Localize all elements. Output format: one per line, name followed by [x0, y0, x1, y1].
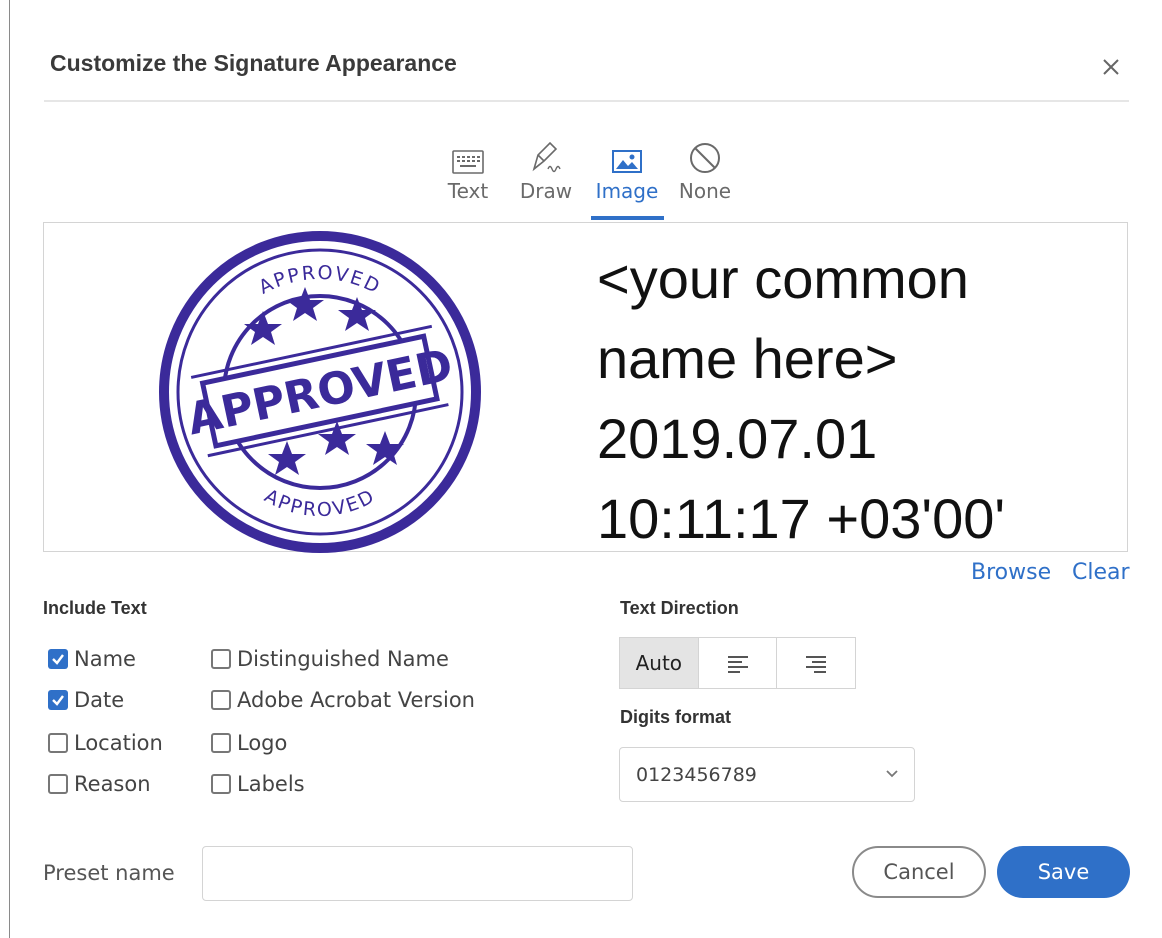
checkbox-label: Location [74, 731, 163, 755]
checkbox-unchecked-icon [211, 774, 231, 794]
align-right-icon [806, 656, 827, 673]
dialog-title: Customize the Signature Appearance [50, 50, 457, 76]
tab-draw-label: Draw [519, 179, 573, 203]
pen-icon [518, 135, 574, 175]
signature-appearance-dialog: Customize the Signature Appearance Text [0, 0, 1162, 938]
checkbox-unchecked-icon [48, 774, 68, 794]
title-divider [44, 100, 1129, 102]
signature-line: <your common [597, 247, 969, 310]
checkbox-label: Date [74, 688, 125, 712]
checkbox-label: Name [74, 647, 136, 671]
checkbox-acrobat-version[interactable]: Adobe Acrobat Version [211, 688, 475, 712]
signature-line: 2019.07.01 [597, 407, 878, 470]
tab-image[interactable]: Image [592, 135, 662, 203]
checkbox-location[interactable]: Location [48, 731, 163, 755]
tab-image-label: Image [595, 179, 659, 203]
svg-text:APPROVED: APPROVED [183, 340, 457, 446]
digits-format-value: 0123456789 [636, 763, 757, 786]
close-icon[interactable] [1098, 54, 1124, 80]
save-button[interactable]: Save [997, 846, 1130, 898]
preset-name-label: Preset name [43, 861, 175, 885]
signature-line: 10:11:17 +03'00' [597, 487, 1006, 550]
checkbox-unchecked-icon [211, 649, 231, 669]
checkbox-unchecked-icon [211, 733, 231, 753]
checkbox-label: Reason [74, 772, 151, 796]
checkbox-labels[interactable]: Labels [211, 772, 305, 796]
checkbox-distinguished-name[interactable]: Distinguished Name [211, 647, 449, 671]
direction-left-button[interactable] [699, 638, 778, 688]
checkbox-date[interactable]: Date [48, 688, 124, 712]
digits-format-label: Digits format [620, 707, 732, 727]
checkbox-name[interactable]: Name [48, 647, 136, 671]
checkbox-label: Logo [237, 731, 288, 755]
direction-right-button[interactable] [777, 638, 855, 688]
checkbox-label: Labels [237, 772, 305, 796]
svg-text:APPROVED: APPROVED [261, 485, 379, 521]
image-icon [592, 135, 662, 175]
checkbox-logo[interactable]: Logo [211, 731, 287, 755]
checkbox-checked-icon [48, 649, 68, 669]
tab-none[interactable]: None [676, 135, 734, 203]
checkbox-label: Distinguished Name [237, 647, 449, 671]
preset-name-input[interactable] [202, 846, 633, 901]
approved-stamp-image: APPROVED APPROVED APPROVED [157, 231, 483, 553]
checkbox-reason[interactable]: Reason [48, 772, 151, 796]
tab-text[interactable]: Text [445, 135, 491, 203]
tab-draw[interactable]: Draw [518, 135, 574, 203]
digits-format-select[interactable]: 0123456789 [619, 747, 915, 802]
signature-preview: APPROVED APPROVED APPROVED <your common … [43, 222, 1128, 553]
text-direction-group: Auto [619, 637, 856, 689]
keyboard-icon [445, 135, 491, 175]
checkbox-label: Adobe Acrobat Version [237, 688, 475, 712]
browse-link[interactable]: Browse [971, 560, 1051, 585]
checkbox-unchecked-icon [48, 733, 68, 753]
checkbox-checked-icon [48, 690, 68, 710]
chevron-down-icon [884, 766, 900, 787]
text-direction-label: Text Direction [620, 598, 739, 618]
signature-text: <your common name here> 2019.07.01 10:11… [597, 239, 1005, 559]
window-edge [9, 0, 10, 938]
include-text-label: Include Text [43, 598, 147, 618]
cancel-button[interactable]: Cancel [852, 846, 986, 898]
tab-none-label: None [678, 179, 732, 203]
checkbox-unchecked-icon [211, 690, 231, 710]
no-symbol-icon [676, 135, 734, 175]
direction-auto-button[interactable]: Auto [620, 638, 699, 688]
tab-text-label: Text [447, 179, 489, 203]
clear-link[interactable]: Clear [1072, 560, 1130, 585]
align-left-icon [727, 656, 748, 673]
signature-line: name here> [597, 327, 898, 390]
svg-text:APPROVED: APPROVED [255, 262, 384, 299]
active-tab-indicator [591, 216, 664, 220]
